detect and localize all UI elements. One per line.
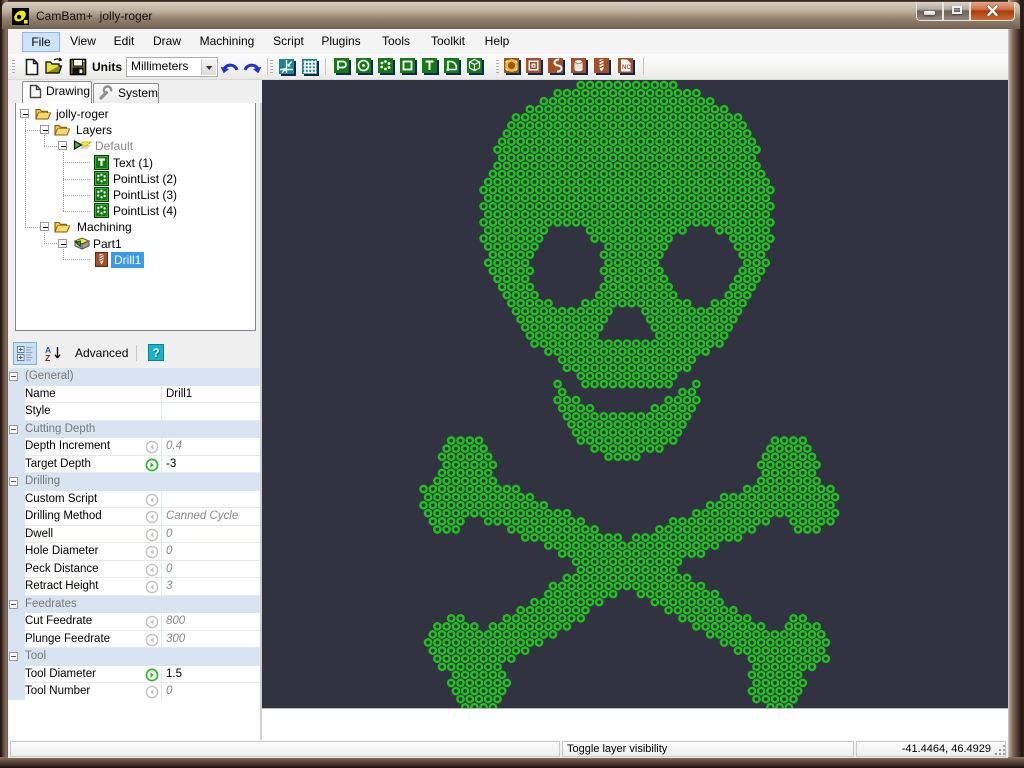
svg-text:Z: Z <box>45 353 50 363</box>
svg-text:NC: NC <box>622 65 631 71</box>
